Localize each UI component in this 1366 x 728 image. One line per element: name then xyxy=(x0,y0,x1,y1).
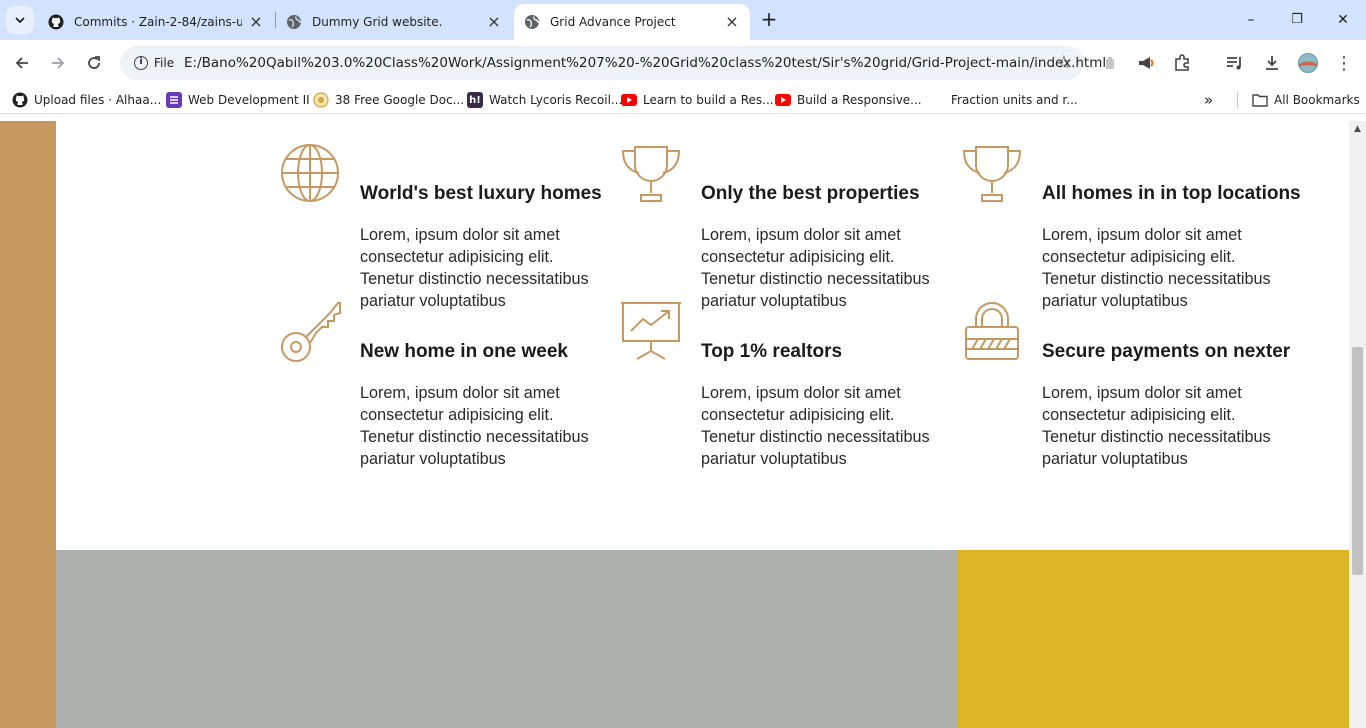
globe-icon xyxy=(286,14,302,30)
scrollbar-thumb[interactable] xyxy=(1352,347,1363,575)
feature-item: Only the best properties Lorem, ipsum do… xyxy=(621,143,951,310)
arrow-right-icon xyxy=(52,57,65,69)
close-icon[interactable]: × xyxy=(724,14,740,30)
bookmark-label: Watch Lycoris Recoil... xyxy=(489,93,623,107)
presentation-chart-icon xyxy=(621,302,681,360)
bookmarks-overflow-button[interactable]: » xyxy=(1204,91,1213,109)
feature-item: World's best luxury homes Lorem, ipsum d… xyxy=(280,143,610,310)
tab-commits[interactable]: Commits · Zain-2-84/zains-used × xyxy=(38,4,274,40)
feature-title: World's best luxury homes xyxy=(360,183,602,204)
globe-icon xyxy=(281,144,339,202)
download-icon[interactable] xyxy=(1261,52,1283,74)
tab-title: Dummy Grid website. xyxy=(312,15,443,29)
tab-grid-advance-project[interactable]: Grid Advance Project × xyxy=(514,4,750,40)
feature-text: Lorem, ipsum dolor sit amet consectetur … xyxy=(701,226,930,310)
all-bookmarks-button[interactable]: All Bookmarks xyxy=(1252,91,1360,109)
bookmark-item[interactable]: 38 Free Google Doc... xyxy=(313,91,464,109)
new-tab-button[interactable]: + xyxy=(758,8,780,30)
extensions-icon[interactable] xyxy=(1171,52,1193,74)
feature-text: Lorem, ipsum dolor sit amet consectetur … xyxy=(1042,384,1271,468)
bookmark-label: Build a Responsive... xyxy=(797,93,922,107)
bookmark-star-icon[interactable]: ☆ xyxy=(1056,52,1072,73)
bookmark-item[interactable]: Learn to build a Res... xyxy=(621,91,774,109)
bookmark-item[interactable]: h! Watch Lycoris Recoil... xyxy=(467,91,622,109)
gallery-block-gold xyxy=(957,550,1349,728)
feature-text: Lorem, ipsum dolor sit amet consectetur … xyxy=(701,384,930,468)
bookmark-label: Fraction units and r... xyxy=(951,93,1078,107)
trophy-icon xyxy=(962,146,1022,202)
bookmark-label: Web Development II xyxy=(188,93,310,107)
bookmark-label: 38 Free Google Doc... xyxy=(335,93,465,107)
h-icon: h! xyxy=(467,92,483,108)
lock-icon xyxy=(965,302,1019,360)
restore-button[interactable]: ❐ xyxy=(1285,8,1309,32)
close-icon[interactable]: × xyxy=(248,14,264,30)
browser-toolbar: i File E:/Bano%20Qabil%203.0%20Class%20W… xyxy=(0,40,1366,86)
reload-icon xyxy=(88,56,100,69)
arrow-left-icon xyxy=(15,57,28,69)
feature-title: All homes in in top locations xyxy=(1042,183,1301,204)
extension-puzzle-gray-icon[interactable] xyxy=(1099,52,1121,74)
reload-button[interactable] xyxy=(82,51,106,75)
github-icon xyxy=(48,14,64,30)
minimize-button[interactable]: – xyxy=(1239,8,1263,32)
media-controls-icon[interactable] xyxy=(1224,52,1246,74)
bookmark-label: Learn to build a Res... xyxy=(643,93,774,107)
close-icon[interactable]: × xyxy=(486,14,502,30)
feature-title: Secure payments on nexter xyxy=(1042,341,1291,362)
bookmarks-bar: Upload files · Alhaa... Web Development … xyxy=(0,86,1366,114)
page-scrollbar[interactable]: ▲ xyxy=(1349,121,1366,728)
globe-icon xyxy=(524,14,540,30)
site-info-chip[interactable]: i File xyxy=(126,50,182,76)
tab-dummy-grid[interactable]: Dummy Grid website. × xyxy=(276,4,512,40)
bookmark-item[interactable]: Web Development II xyxy=(166,91,310,109)
bookmark-item[interactable]: Build a Responsive... xyxy=(775,91,922,109)
megaphone-icon[interactable] xyxy=(1135,52,1157,74)
tab-title: Commits · Zain-2-84/zains-used xyxy=(74,15,242,29)
chevron-down-icon xyxy=(15,17,25,24)
folder-icon xyxy=(1252,92,1268,108)
window-close-button[interactable]: ✕ xyxy=(1331,8,1355,32)
feature-item: Secure payments on nexter Lorem, ipsum d… xyxy=(962,301,1292,468)
bookmark-label: Upload files · Alhaa... xyxy=(34,93,162,107)
profile-avatar[interactable] xyxy=(1297,52,1319,74)
tab-title: Grid Advance Project xyxy=(550,15,676,29)
address-bar[interactable]: i File E:/Bano%20Qabil%203.0%20Class%20W… xyxy=(120,46,1106,80)
sidebar-strip xyxy=(0,121,56,728)
back-button[interactable] xyxy=(10,51,34,75)
site-label: File xyxy=(154,56,175,70)
feature-title: Only the best properties xyxy=(701,183,920,204)
info-icon: i xyxy=(134,56,148,70)
youtube-icon xyxy=(775,92,791,108)
gallery-block-gray xyxy=(56,550,957,728)
bookmark-item[interactable]: Fraction units and r... xyxy=(929,91,1078,109)
bookmarks-divider xyxy=(1237,92,1238,108)
page-viewport: World's best luxury homes Lorem, ipsum d… xyxy=(0,121,1366,728)
scroll-up-arrow-icon[interactable]: ▲ xyxy=(1349,124,1366,134)
url-text[interactable]: E:/Bano%20Qabil%203.0%20Class%20Work/Ass… xyxy=(184,55,1106,71)
tab-strip: Commits · Zain-2-84/zains-used × Dummy G… xyxy=(0,0,1366,40)
feature-item: All homes in in top locations Lorem, ips… xyxy=(962,143,1301,310)
feature-title: New home in one week xyxy=(360,341,568,362)
key-icon xyxy=(281,302,341,362)
feature-text: Lorem, ipsum dolor sit amet consectetur … xyxy=(360,226,589,310)
forward-button[interactable] xyxy=(46,51,70,75)
github-icon xyxy=(12,92,28,108)
bookmark-item[interactable]: Upload files · Alhaa... xyxy=(12,91,161,109)
circle-icon xyxy=(313,92,329,108)
tab-search-button[interactable] xyxy=(6,6,34,34)
feature-text: Lorem, ipsum dolor sit amet consectetur … xyxy=(1042,226,1271,310)
blank-page-icon xyxy=(929,92,945,108)
feature-title: Top 1% realtors xyxy=(701,341,843,362)
youtube-icon xyxy=(621,92,637,108)
bookmark-label: All Bookmarks xyxy=(1274,93,1360,107)
feature-item: Top 1% realtors Lorem, ipsum dolor sit a… xyxy=(621,301,951,468)
feature-item: New home in one week Lorem, ipsum dolor … xyxy=(280,301,610,468)
more-menu-icon[interactable]: ⋮ xyxy=(1333,52,1355,74)
trophy-icon xyxy=(621,146,681,202)
list-icon xyxy=(166,92,182,108)
feature-text: Lorem, ipsum dolor sit amet consectetur … xyxy=(360,384,589,468)
